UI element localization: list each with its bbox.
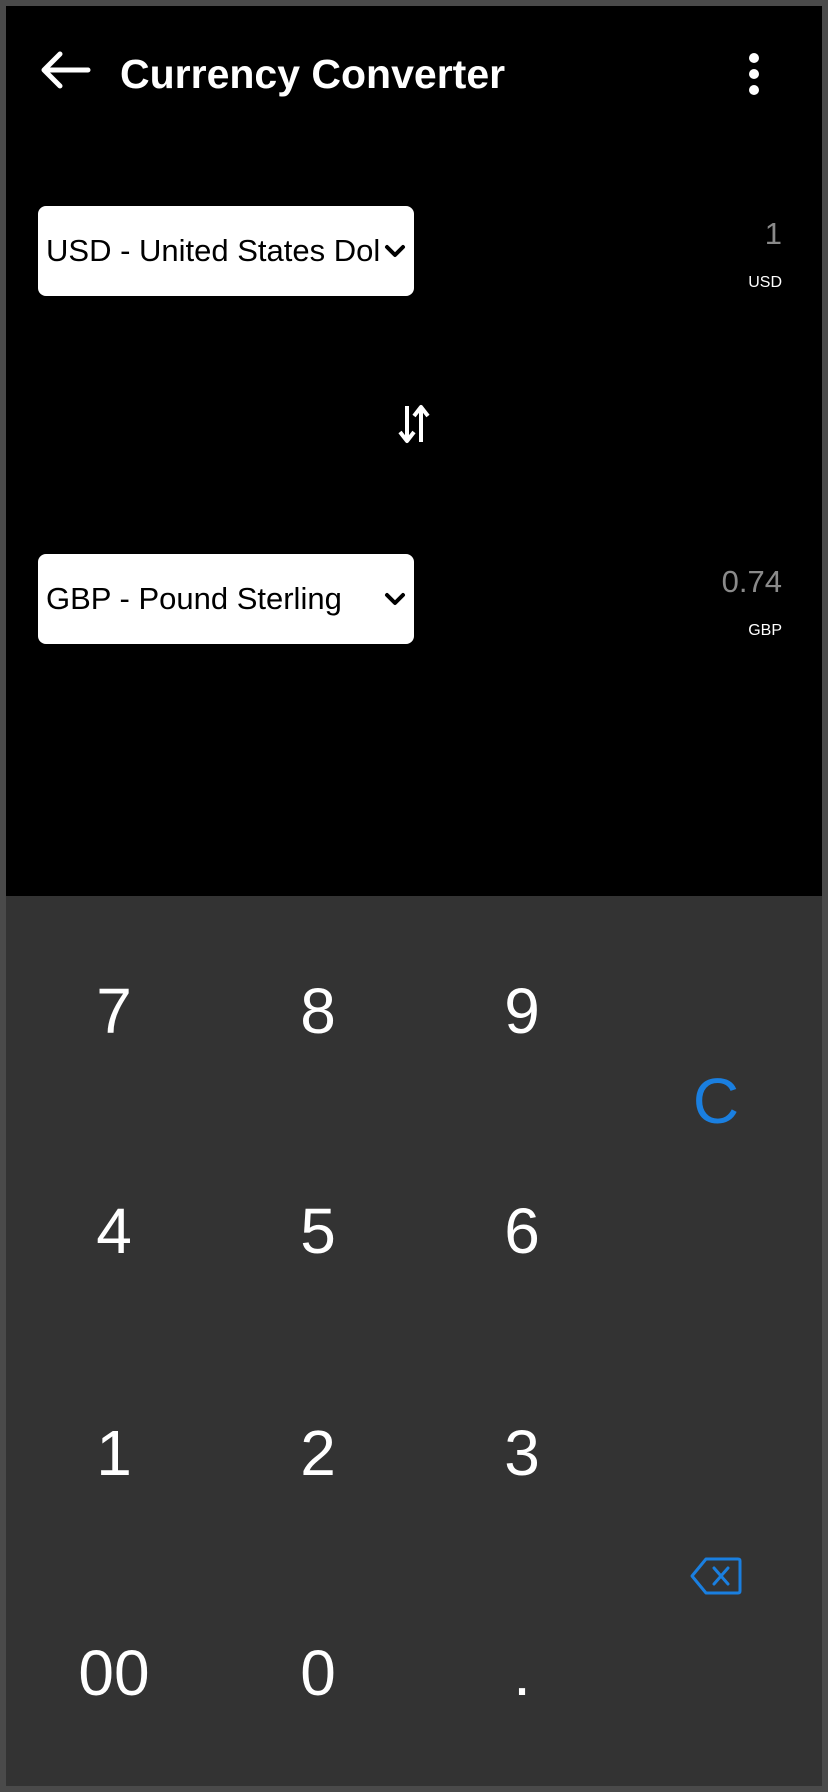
from-currency-code: USD xyxy=(748,274,782,291)
page-title: Currency Converter xyxy=(120,51,506,97)
clear-button[interactable]: C xyxy=(646,1046,786,1156)
key-00[interactable]: 00 xyxy=(34,1618,194,1728)
from-amount[interactable]: 1 xyxy=(765,216,782,252)
app-screen: Currency Converter USD - United States D… xyxy=(6,6,822,1786)
more-vertical-icon xyxy=(749,53,759,95)
key-5[interactable]: 5 xyxy=(238,1176,398,1286)
key-3[interactable]: 3 xyxy=(442,1398,602,1508)
key-9[interactable]: 9 xyxy=(442,956,602,1066)
key-7[interactable]: 7 xyxy=(34,956,194,1066)
back-button[interactable] xyxy=(36,48,92,92)
from-currency-selected: USD - United States Dollar xyxy=(46,233,382,268)
chevron-down-icon xyxy=(385,593,405,605)
key-0[interactable]: 0 xyxy=(238,1618,398,1728)
key-6[interactable]: 6 xyxy=(442,1176,602,1286)
backspace-button[interactable] xyxy=(666,1536,766,1616)
to-amount: 0.74 xyxy=(721,564,782,599)
swap-button[interactable] xyxy=(396,400,432,448)
top-app-bar: Currency Converter xyxy=(6,6,822,136)
key-4[interactable]: 4 xyxy=(34,1176,194,1286)
arrow-left-icon xyxy=(41,51,91,89)
numeric-keypad: 7 8 9 4 5 6 1 2 3 00 0 . C xyxy=(6,896,822,1786)
swap-vertical-icon xyxy=(398,405,430,443)
to-currency-select[interactable]: GBP - Pound Sterling xyxy=(38,554,414,644)
chevron-down-icon xyxy=(385,245,405,257)
from-currency-select[interactable]: USD - United States Dollar xyxy=(38,206,414,296)
key-1[interactable]: 1 xyxy=(34,1398,194,1508)
key-2[interactable]: 2 xyxy=(238,1398,398,1508)
to-currency-code: GBP xyxy=(748,622,782,639)
overflow-menu-button[interactable] xyxy=(738,50,770,98)
key-8[interactable]: 8 xyxy=(238,956,398,1066)
to-currency-selected: GBP - Pound Sterling xyxy=(46,581,342,616)
backspace-icon xyxy=(690,1557,742,1595)
key-decimal[interactable]: . xyxy=(442,1618,602,1728)
